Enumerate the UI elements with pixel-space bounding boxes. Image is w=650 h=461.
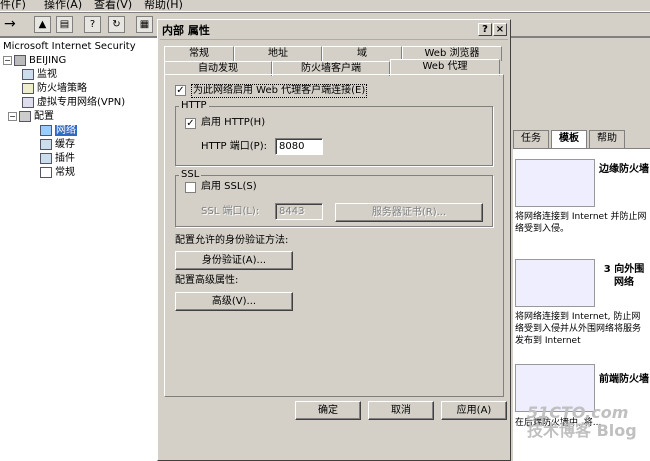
server-icon [14,54,26,66]
menubar: 件(F) 操作(A) 查看(V) 帮助(H) [0,0,650,12]
enable-http-label[interactable]: 启用 HTTP(H) [201,117,265,129]
ssl-group-label: SSL [179,169,202,181]
template-title[interactable]: 前端防火墙 [599,373,649,386]
tab-help[interactable]: 帮助 [589,130,625,148]
watermark-line2: 技术博客 Blog [527,421,637,440]
task-pane: 任务 模板 帮助 边缘防火墙 将网络连接到 Internet 并防止网络受到入侵… [507,38,650,461]
network-icon [40,124,52,136]
enable-http-checkbox[interactable]: ✓ [185,118,196,129]
tab-general[interactable]: 常规 [164,46,234,61]
enable-ssl-label[interactable]: 启用 SSL(S) [201,181,257,193]
tree-item-label: 防火墙策略 [37,83,87,94]
dialog-title: 内部 属性 [162,24,210,37]
tree-item-general[interactable]: 常规 [40,166,75,180]
template-diagram[interactable] [515,259,595,307]
console-tree: Microsoft Internet Security − BEIJING 监视 … [0,38,158,461]
tab-templates[interactable]: 模板 [551,130,587,148]
apply-button[interactable]: 应用(A) [441,401,507,420]
tree-server-label: BEIJING [29,55,67,66]
authentication-button[interactable]: 身份验证(A)... [175,251,293,270]
tree-item-vpn[interactable]: 虚拟专用网络(VPN) [22,96,125,110]
vpn-icon [22,96,34,108]
tree-item-label: 配置 [34,111,54,122]
ssl-port-label: SSL 端口(L): [201,206,260,217]
menu-view[interactable]: 查看(V) [94,0,132,10]
enable-ssl-checkbox[interactable] [185,182,196,193]
tree-root-label: Microsoft Internet Security [3,41,136,52]
ok-button[interactable]: 确定 [295,401,361,420]
firewall-policy-icon [22,82,34,94]
collapse-icon[interactable]: − [8,111,17,121]
http-port-input[interactable]: 8080 [275,138,323,155]
show-tree-icon[interactable]: ▤ [56,16,73,33]
help-button[interactable]: ? [478,23,492,36]
tree-item-label: 监视 [37,69,57,80]
tree-item-cache[interactable]: 缓存 [40,138,75,152]
addins-icon [40,152,52,164]
properties-dialog: 内部 属性 ? × 常规 地址 域 Web 浏览器 自动发现 防火墙客户端 We… [157,19,511,461]
tree-item-label: 缓存 [55,139,75,150]
server-certificate-button[interactable]: 服务器证书(R)... [335,203,483,222]
tree-item-label: 常规 [55,167,75,178]
up-folder-icon[interactable]: ▲ [34,16,51,33]
tree-item-label: 虚拟专用网络(VPN) [37,97,126,108]
refresh-icon[interactable]: ↻ [108,16,125,33]
export-icon[interactable]: ▦ [136,16,153,33]
template-desc: 将网络连接到 Internet, 防止网络受到入侵并从外围网络将服务发布到 In… [515,312,642,346]
help-icon[interactable]: ? [84,16,101,33]
tree-item-firewall-policy[interactable]: 防火墙策略 [22,82,87,96]
forward-arrow-icon[interactable]: → [4,16,16,32]
cache-icon [40,138,52,150]
auth-methods-label: 配置允许的身份验证方法: [175,235,289,246]
http-port-label: HTTP 端口(P): [201,141,267,152]
menu-file[interactable]: 件(F) [0,0,26,10]
template-desc: 将网络连接到 Internet 并防止网络受到入侵。 [515,212,647,234]
task-pane-tabs: 任务 模板 帮助 [513,130,645,148]
menu-action[interactable]: 操作(A) [44,0,82,10]
tree-item-addins[interactable]: 插件 [40,152,75,166]
tree-item-label: 插件 [55,153,75,164]
ssl-port-input[interactable]: 8443 [275,203,323,220]
tab-addresses[interactable]: 地址 [234,46,322,61]
tree-item-network[interactable]: 网络 [40,124,77,138]
http-group [175,106,493,166]
template-diagram[interactable] [515,159,595,207]
tree-root[interactable]: Microsoft Internet Security [3,40,136,54]
enable-proxy-label[interactable]: 为此网络启用 Web 代理客户端连接(E) [191,84,368,98]
web-proxy-panel: ✓ 为此网络启用 Web 代理客户端连接(E) HTTP ✓ 启用 HTTP(H… [164,74,504,397]
advanced-button[interactable]: 高级(V)... [175,292,293,311]
tree-server[interactable]: − BEIJING [3,54,66,68]
tab-tasks[interactable]: 任务 [513,130,549,148]
dialog-titlebar: 内部 属性 ? × [160,22,508,40]
http-group-label: HTTP [179,100,209,112]
template-title[interactable]: 边缘防火墙 [599,163,649,176]
menu-help[interactable]: 帮助(H) [144,0,183,10]
monitor-icon [22,68,34,80]
watermark-line1: 51CTO.com [527,403,629,422]
tree-item-config[interactable]: − 配置 [8,110,54,124]
tree-item-label: 网络 [55,125,77,136]
cancel-button[interactable]: 取消 [368,401,434,420]
general-icon [40,166,52,178]
tree-item-monitor[interactable]: 监视 [22,68,57,82]
collapse-icon[interactable]: − [3,55,12,65]
advanced-label: 配置高级属性: [175,275,239,286]
config-icon [19,110,31,122]
close-button[interactable]: × [493,23,507,36]
template-title[interactable]: 3 向外围网络 [599,263,649,289]
enable-proxy-checkbox[interactable]: ✓ [175,85,186,96]
